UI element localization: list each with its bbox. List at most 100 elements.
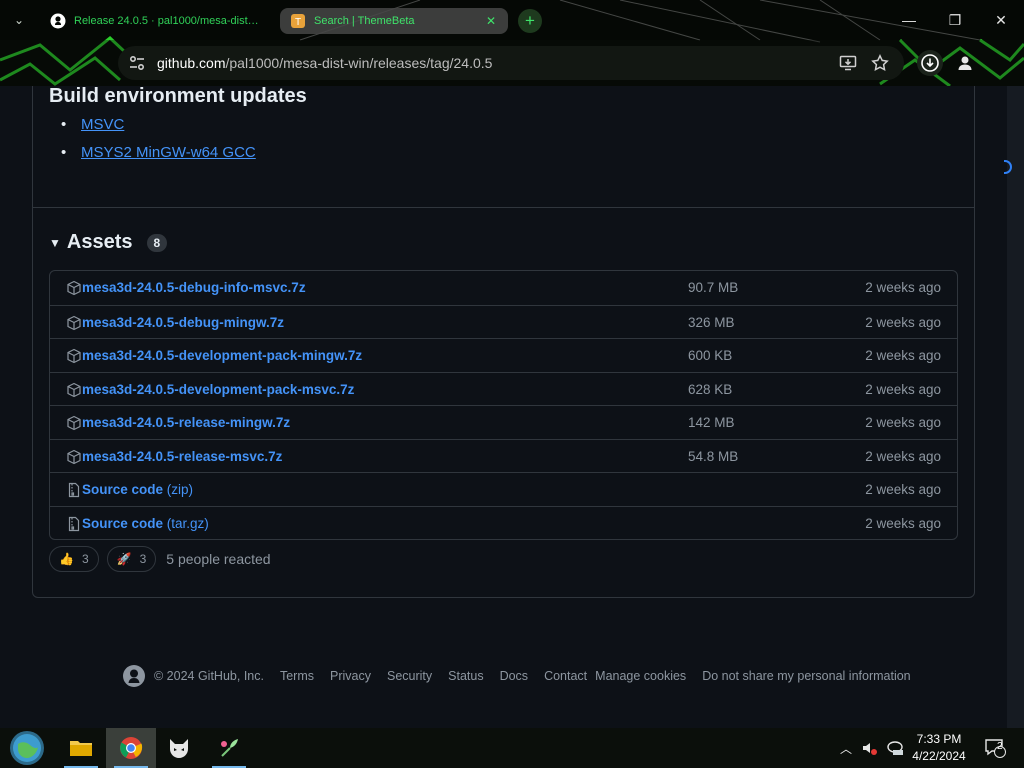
start-button[interactable] <box>2 728 52 768</box>
asset-date: 2 weeks ago <box>865 280 941 295</box>
asset-date: 2 weeks ago <box>865 482 941 497</box>
build-env-link-msvc[interactable]: MSVC <box>61 116 125 133</box>
address-url: github.com/pal1000/mesa-dist-win/release… <box>157 55 493 71</box>
network-icon[interactable] <box>884 728 906 768</box>
asset-link[interactable]: mesa3d-24.0.5-release-msvc.7z <box>82 449 282 464</box>
asset-link[interactable]: mesa3d-24.0.5-development-pack-mingw.7z <box>82 348 362 363</box>
close-tab-icon[interactable]: ✕ <box>484 14 498 28</box>
asset-size: 142 MB <box>688 415 735 430</box>
reacted-summary: 5 people reacted <box>166 551 271 567</box>
reaction-count: 3 <box>139 552 147 566</box>
build-environment-heading: Build environment updates <box>49 86 307 107</box>
clock-date: 4/22/2024 <box>912 749 966 763</box>
browser-chrome: ⌄ Release 24.0.5 · pal1000/mesa-dist-win… <box>0 0 1024 86</box>
package-icon <box>66 415 82 431</box>
footer-link-status[interactable]: Status <box>448 669 483 683</box>
asset-link[interactable]: mesa3d-24.0.5-release-mingw.7z <box>82 415 290 430</box>
taskbar-chrome[interactable] <box>106 728 156 768</box>
folder-icon <box>70 741 92 756</box>
file-zip-icon <box>66 482 82 498</box>
start-orb-icon <box>10 731 44 765</box>
asset-row: mesa3d-24.0.5-debug-mingw.7z 326 MB 2 we… <box>50 304 957 339</box>
taskbar-app-mask[interactable] <box>154 728 204 768</box>
asset-date: 2 weeks ago <box>865 314 941 330</box>
asset-size: 628 KB <box>688 381 733 397</box>
github-icon <box>50 13 66 29</box>
notification-center-button[interactable]: 2 <box>980 728 1010 768</box>
asset-row: mesa3d-24.0.5-release-msvc.7z 54.8 MB 2 … <box>50 438 957 473</box>
asset-size: 600 KB <box>688 348 733 363</box>
reaction-rocket-button[interactable]: 🚀 3 <box>106 546 157 572</box>
package-icon <box>66 382 82 398</box>
footer-link-manage-cookies[interactable]: Manage cookies <box>595 669 686 683</box>
clock-time: 7:33 PM <box>916 732 962 746</box>
new-tab-button[interactable]: + <box>518 9 542 33</box>
footer-link-terms[interactable]: Terms <box>280 669 314 683</box>
asset-date: 2 weeks ago <box>865 515 941 531</box>
footer-link-contact[interactable]: Contact <box>544 669 587 683</box>
address-bar[interactable]: github.com/pal1000/mesa-dist-win/release… <box>118 46 904 80</box>
asset-date: 2 weeks ago <box>865 348 941 363</box>
browser-toolbar: github.com/pal1000/mesa-dist-win/release… <box>0 42 1024 84</box>
asset-date: 2 weeks ago <box>865 415 941 430</box>
asset-row: mesa3d-24.0.5-development-pack-msvc.7z 6… <box>50 371 957 406</box>
source-code-link[interactable]: Source code (tar.gz) <box>82 516 209 531</box>
themebeta-icon: T <box>290 13 306 29</box>
asset-row: mesa3d-24.0.5-development-pack-mingw.7z … <box>50 338 957 372</box>
build-env-link-msys2[interactable]: MSYS2 MinGW-w64 GCC <box>61 144 256 161</box>
tray-chevron-icon[interactable]: ︿ <box>836 728 856 768</box>
triangle-down-icon: ▼ <box>49 235 61 250</box>
footer-link-docs[interactable]: Docs <box>500 669 528 683</box>
asset-link[interactable]: mesa3d-24.0.5-debug-info-msvc.7z <box>82 280 306 295</box>
footer-link-privacy[interactable]: Privacy <box>330 669 371 683</box>
mask-app-icon <box>170 739 188 758</box>
close-window-button[interactable]: ✕ <box>986 8 1016 32</box>
reactions-bar: 👍 3 🚀 3 5 people reacted <box>49 546 271 572</box>
reaction-thumbs-up-button[interactable]: 👍 3 <box>49 546 99 572</box>
footer-link-do-not-share[interactable]: Do not share my personal information <box>702 669 910 683</box>
tab-title: Release 24.0.5 · pal1000/mesa-dist-win <box>74 15 262 27</box>
github-logo-icon[interactable] <box>122 664 146 688</box>
tab-strip: ⌄ Release 24.0.5 · pal1000/mesa-dist-win… <box>0 0 1024 40</box>
assets-count-badge: 8 <box>146 233 168 252</box>
release-card: Build environment updates MSVC MSYS2 Min… <box>32 86 975 598</box>
footer-copyright: © 2024 GitHub, Inc. <box>154 669 264 683</box>
taskbar-file-explorer[interactable] <box>56 728 106 768</box>
asset-size: 90.7 MB <box>688 280 739 295</box>
asset-row: mesa3d-24.0.5-release-mingw.7z 142 MB 2 … <box>50 405 957 439</box>
restore-button[interactable]: ❐ <box>940 8 970 32</box>
asset-size: 54.8 MB <box>688 448 739 464</box>
minimize-button[interactable]: — <box>894 8 924 32</box>
install-app-icon[interactable] <box>838 53 858 73</box>
taskbar-app-plant[interactable] <box>204 728 254 768</box>
asset-size: 326 MB <box>688 314 735 330</box>
asset-date: 2 weeks ago <box>865 448 941 464</box>
package-icon <box>66 348 82 364</box>
assets-toggle[interactable]: ▼ Assets 8 <box>49 231 168 254</box>
asset-date: 2 weeks ago <box>865 381 941 397</box>
bookmark-star-icon[interactable] <box>870 53 890 73</box>
volume-muted-icon[interactable] <box>858 728 880 768</box>
site-info-icon[interactable] <box>128 54 146 72</box>
source-code-link[interactable]: Source code (zip) <box>82 482 193 497</box>
thumbs-up-icon: 👍 <box>59 552 74 566</box>
footer-link-security[interactable]: Security <box>387 669 432 683</box>
profile-icon[interactable] <box>952 50 978 76</box>
tab-title: Search | ThemeBeta <box>314 15 415 27</box>
tab-search-button[interactable]: ⌄ <box>8 10 30 30</box>
package-icon <box>66 315 82 331</box>
tab-themebeta-search[interactable]: T Search | ThemeBeta ✕ <box>280 8 508 34</box>
taskbar-clock[interactable]: 7:33 PM 4/22/2024 <box>906 731 972 765</box>
file-zip-icon <box>66 516 82 532</box>
taskbar: ︿ 7:33 PM 4/22/2024 2 <box>0 728 1024 768</box>
package-icon <box>66 449 82 465</box>
asset-row: Source code (tar.gz) 2 weeks ago <box>50 505 957 540</box>
asset-row: Source code (zip) 2 weeks ago <box>50 472 957 506</box>
page-scrollbar[interactable] <box>1007 86 1024 728</box>
svg-text:T: T <box>295 17 301 28</box>
asset-link[interactable]: mesa3d-24.0.5-development-pack-msvc.7z <box>82 382 354 397</box>
page-content: Build environment updates MSVC MSYS2 Min… <box>0 86 1007 728</box>
downloads-icon[interactable] <box>917 50 943 76</box>
tab-github-release[interactable]: Release 24.0.5 · pal1000/mesa-dist-win <box>40 8 272 34</box>
asset-link[interactable]: mesa3d-24.0.5-debug-mingw.7z <box>82 315 284 330</box>
